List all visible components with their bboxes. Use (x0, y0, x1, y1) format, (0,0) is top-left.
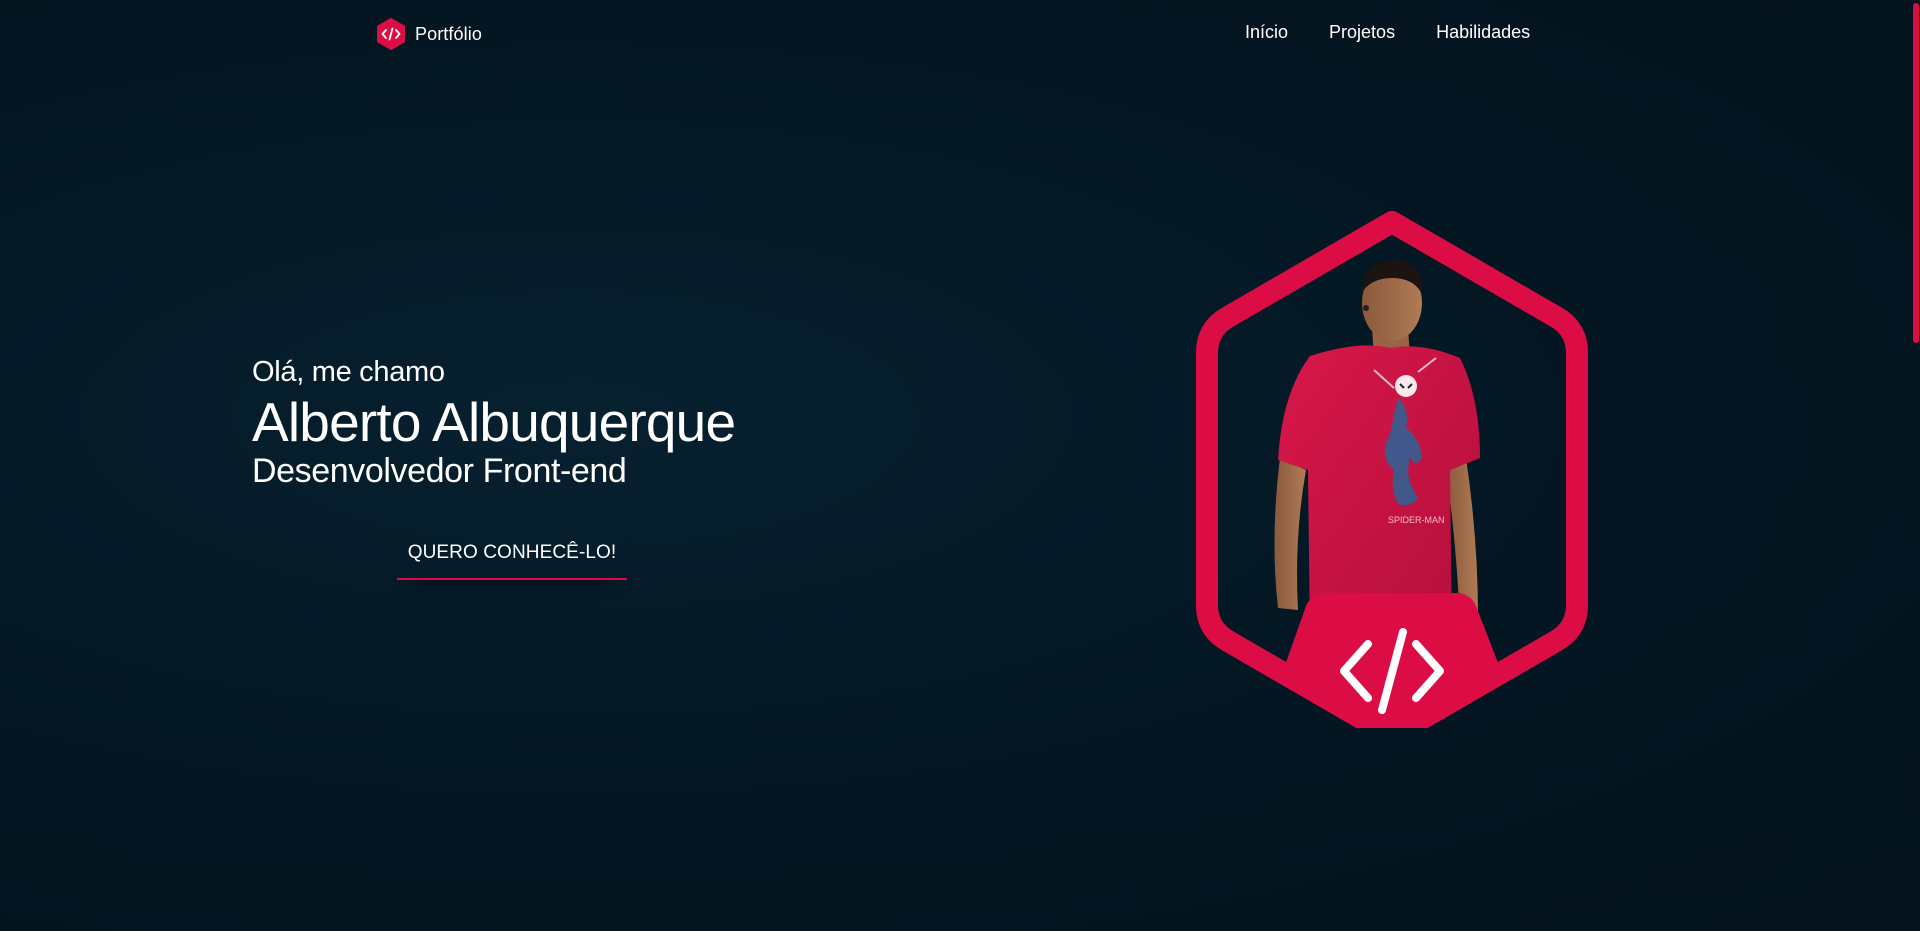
hero-greeting: Olá, me chamo (252, 356, 445, 388)
code-hexagon-icon (376, 18, 406, 50)
nav-item-projetos[interactable]: Projetos (1329, 22, 1395, 43)
scrollbar[interactable] (1910, 0, 1920, 931)
cta-button[interactable]: QUERO CONHECÊ-LO! (397, 528, 627, 580)
logo[interactable]: Portfólio (376, 18, 482, 50)
shirt-print-text: SPIDER-MAN (1388, 515, 1445, 525)
page: Portfólio Início Projetos Habilidades Ol… (0, 0, 1920, 931)
hero-intro: Olá, me chamo Alberto Albuquerque Desenv… (252, 352, 812, 492)
nav-item-habilidades[interactable]: Habilidades (1436, 22, 1530, 43)
hero-role: Desenvolvedor Front-end (252, 452, 627, 490)
logo-text: Portfólio (415, 23, 482, 44)
profile-portrait: SPIDER-MAN (1160, 208, 1625, 747)
person-figure: SPIDER-MAN (1274, 260, 1480, 638)
main-nav: Início Projetos Habilidades (1245, 22, 1530, 43)
scrollbar-thumb[interactable] (1913, 3, 1919, 343)
nav-item-inicio[interactable]: Início (1245, 22, 1288, 43)
hero-name: Alberto Albuquerque (252, 391, 736, 453)
